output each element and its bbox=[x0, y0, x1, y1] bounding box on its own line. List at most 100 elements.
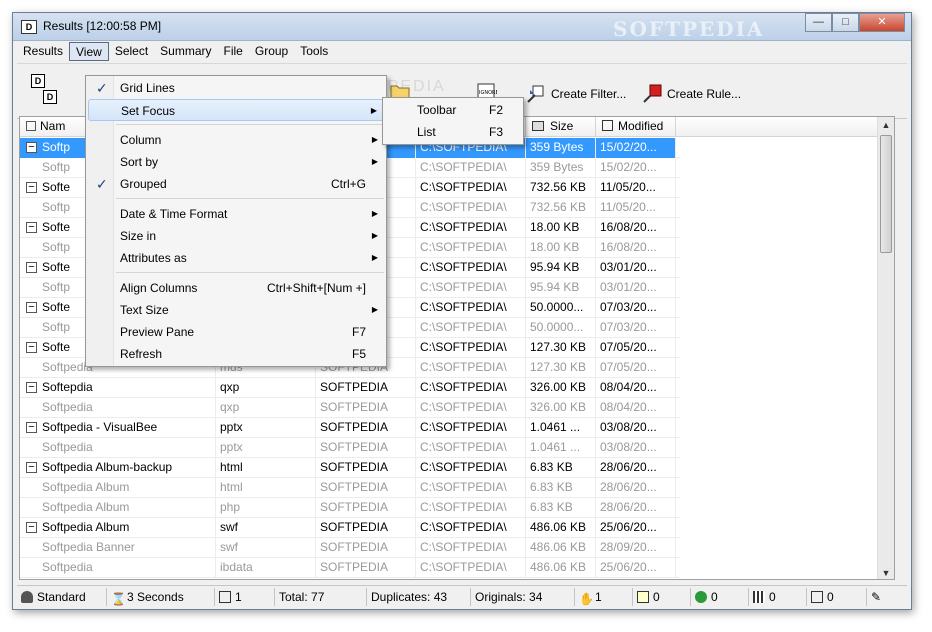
menu-item-refresh[interactable]: Refresh F5 bbox=[88, 343, 384, 365]
submenu-arrow-icon: ▶ bbox=[371, 231, 378, 240]
cell-modified: 08/04/20... bbox=[596, 398, 676, 418]
submenu-arrow-icon: ▶ bbox=[371, 135, 378, 144]
cell-path: C:\SOFTPEDIA\ bbox=[416, 318, 526, 338]
cell-modified: 28/06/20... bbox=[596, 458, 676, 478]
menu-item-preview-pane[interactable]: Preview Pane F7 bbox=[88, 321, 384, 343]
table-row[interactable]: Softpedia ibdata SOFTPEDIA C:\SOFTPEDIA\ 486… bbox=[20, 558, 680, 578]
table-row[interactable]: − Softpedia Album swf SOFTPEDIA C:\SOFTPEDIA… bbox=[20, 518, 680, 538]
cell-path: C:\SOFTPEDIA\ bbox=[416, 178, 526, 198]
status-mode: Standard bbox=[17, 588, 107, 606]
submenu-item-toolbar[interactable]: Toolbar F2 bbox=[385, 99, 521, 121]
collapse-icon[interactable]: − bbox=[26, 262, 37, 273]
menu-results[interactable]: Results bbox=[17, 42, 69, 61]
cell-size: 359 Bytes bbox=[526, 138, 596, 158]
cell-path: C:\SOFTPEDIA\ bbox=[416, 518, 526, 538]
status-archive: 0 bbox=[807, 588, 867, 606]
create-filter-button[interactable]: Create Filter... bbox=[525, 84, 626, 104]
cell-ext: ibdata bbox=[216, 558, 316, 578]
cell-modified: 15/02/20... bbox=[596, 138, 676, 158]
menu-item-column[interactable]: Column ▶ bbox=[88, 129, 384, 151]
cell-path: C:\SOFTPEDIA\ bbox=[416, 278, 526, 298]
create-filter-label: Create Filter... bbox=[551, 87, 627, 101]
document-group-icon[interactable]: D bbox=[43, 90, 57, 104]
check-icon: ✓ bbox=[96, 176, 108, 192]
menu-item-text-size[interactable]: Text Size ▶ bbox=[88, 299, 384, 321]
menu-bar: Results View Select Summary File Group T… bbox=[17, 42, 907, 62]
table-row[interactable]: Softpedia qxp SOFTPEDIA C:\SOFTPEDIA\ 326.00… bbox=[20, 398, 680, 418]
cell-folder: SOFTPEDIA bbox=[316, 558, 416, 578]
scroll-down-icon[interactable]: ▼ bbox=[878, 565, 894, 579]
menu-select[interactable]: Select bbox=[109, 42, 154, 61]
collapse-icon[interactable]: − bbox=[26, 302, 37, 313]
cell-size: 6.83 KB bbox=[526, 478, 596, 498]
table-row[interactable]: − Softpedia Album-backup html SOFTPEDIA C:\S… bbox=[20, 458, 680, 478]
minimize-icon[interactable]: — bbox=[805, 13, 832, 32]
column-header-modified[interactable]: Modified bbox=[596, 117, 676, 137]
collapse-icon[interactable]: − bbox=[26, 522, 37, 533]
create-rule-button[interactable]: Create Rule... bbox=[641, 84, 741, 104]
table-row[interactable]: Softpedia Banner swf SOFTPEDIA C:\SOFTPEDIA… bbox=[20, 538, 680, 558]
cell-modified: 07/03/20... bbox=[596, 298, 676, 318]
menu-group[interactable]: Group bbox=[249, 42, 294, 61]
menu-item-grouped[interactable]: ✓ Grouped Ctrl+G bbox=[88, 173, 384, 195]
cell-name: Softpedia bbox=[20, 438, 216, 458]
cell-path: C:\SOFTPEDIA\ bbox=[416, 358, 526, 378]
cell-folder: SOFTPEDIA bbox=[316, 498, 416, 518]
collapse-icon[interactable]: − bbox=[26, 342, 37, 353]
menu-item-align-columns[interactable]: Align Columns Ctrl+Shift+[Num +] bbox=[88, 277, 384, 299]
status-bar: Standard ⌛3 Seconds 1 Total: 77 Duplicat… bbox=[17, 585, 907, 607]
maximize-icon[interactable]: □ bbox=[832, 13, 859, 32]
cell-size: 127.30 KB bbox=[526, 338, 596, 358]
set-focus-submenu: Toolbar F2 List F3 bbox=[382, 97, 524, 145]
cell-size: 486.06 KB bbox=[526, 518, 596, 538]
user-icon bbox=[21, 591, 33, 603]
menu-item-attributes-as[interactable]: Attributes as ▶ bbox=[88, 247, 384, 269]
collapse-icon[interactable]: − bbox=[26, 142, 37, 153]
column-header-size[interactable]: Size bbox=[526, 117, 596, 137]
collapse-icon[interactable]: − bbox=[26, 382, 37, 393]
edit-icon[interactable]: ✎ bbox=[867, 588, 903, 606]
title-bar: D Results [12:00:58 PM] SOFTPEDIA — □ ✕ bbox=[13, 13, 911, 41]
collapse-icon[interactable]: − bbox=[26, 462, 37, 473]
cell-ext: swf bbox=[216, 518, 316, 538]
document-icon[interactable]: D bbox=[31, 74, 45, 88]
cell-folder: SOFTPEDIA bbox=[316, 518, 416, 538]
scroll-up-icon[interactable]: ▲ bbox=[878, 117, 894, 133]
menu-summary[interactable]: Summary bbox=[154, 42, 217, 61]
table-row[interactable]: Softpedia Album html SOFTPEDIA C:\SOFTPEDIA… bbox=[20, 478, 680, 498]
menu-item-size-in[interactable]: Size in ▶ bbox=[88, 225, 384, 247]
scroll-thumb[interactable] bbox=[880, 135, 892, 253]
menu-tools[interactable]: Tools bbox=[294, 42, 334, 61]
submenu-item-list[interactable]: List F3 bbox=[385, 121, 521, 143]
cell-modified: 28/06/20... bbox=[596, 478, 676, 498]
menu-file[interactable]: File bbox=[218, 42, 249, 61]
menu-item-date-time-format[interactable]: Date & Time Format ▶ bbox=[88, 203, 384, 225]
submenu-arrow-icon: ▶ bbox=[370, 106, 377, 115]
menu-item-grid-lines[interactable]: ✓ Grid Lines bbox=[88, 77, 384, 99]
cell-size: 486.06 KB bbox=[526, 538, 596, 558]
cell-modified: 03/08/20... bbox=[596, 438, 676, 458]
cell-name: − Softepdia bbox=[20, 378, 216, 398]
table-row[interactable]: − Softpedia - VisualBee pptx SOFTPEDIA C:\SO… bbox=[20, 418, 680, 438]
cell-path: C:\SOFTPEDIA\ bbox=[416, 458, 526, 478]
cell-ext: swf bbox=[216, 538, 316, 558]
calendar-icon bbox=[602, 120, 613, 131]
menu-view[interactable]: View bbox=[69, 42, 109, 61]
cell-ext: qxp bbox=[216, 378, 316, 398]
collapse-icon[interactable]: − bbox=[26, 182, 37, 193]
table-row[interactable]: Softpedia pptx SOFTPEDIA C:\SOFTPEDIA\ 1.046… bbox=[20, 438, 680, 458]
menu-item-set-focus[interactable]: Set Focus ▶ bbox=[88, 99, 384, 121]
cell-modified: 07/05/20... bbox=[596, 358, 676, 378]
checkbox-column-icon[interactable] bbox=[26, 121, 36, 131]
cell-path: C:\SOFTPEDIA\ bbox=[416, 398, 526, 418]
cell-size: 127.30 KB bbox=[526, 358, 596, 378]
cell-folder: SOFTPEDIA bbox=[316, 398, 416, 418]
collapse-icon[interactable]: − bbox=[26, 222, 37, 233]
table-row[interactable]: − Softepdia qxp SOFTPEDIA C:\SOFTPEDIA\ 326.0… bbox=[20, 378, 680, 398]
collapse-icon[interactable]: − bbox=[26, 422, 37, 433]
vertical-scrollbar[interactable]: ▲ ▼ bbox=[877, 117, 894, 579]
cell-folder: SOFTPEDIA bbox=[316, 458, 416, 478]
menu-item-sort-by[interactable]: Sort by ▶ bbox=[88, 151, 384, 173]
table-row[interactable]: Softpedia Album php SOFTPEDIA C:\SOFTPEDIA\… bbox=[20, 498, 680, 518]
close-icon[interactable]: ✕ bbox=[859, 13, 905, 32]
